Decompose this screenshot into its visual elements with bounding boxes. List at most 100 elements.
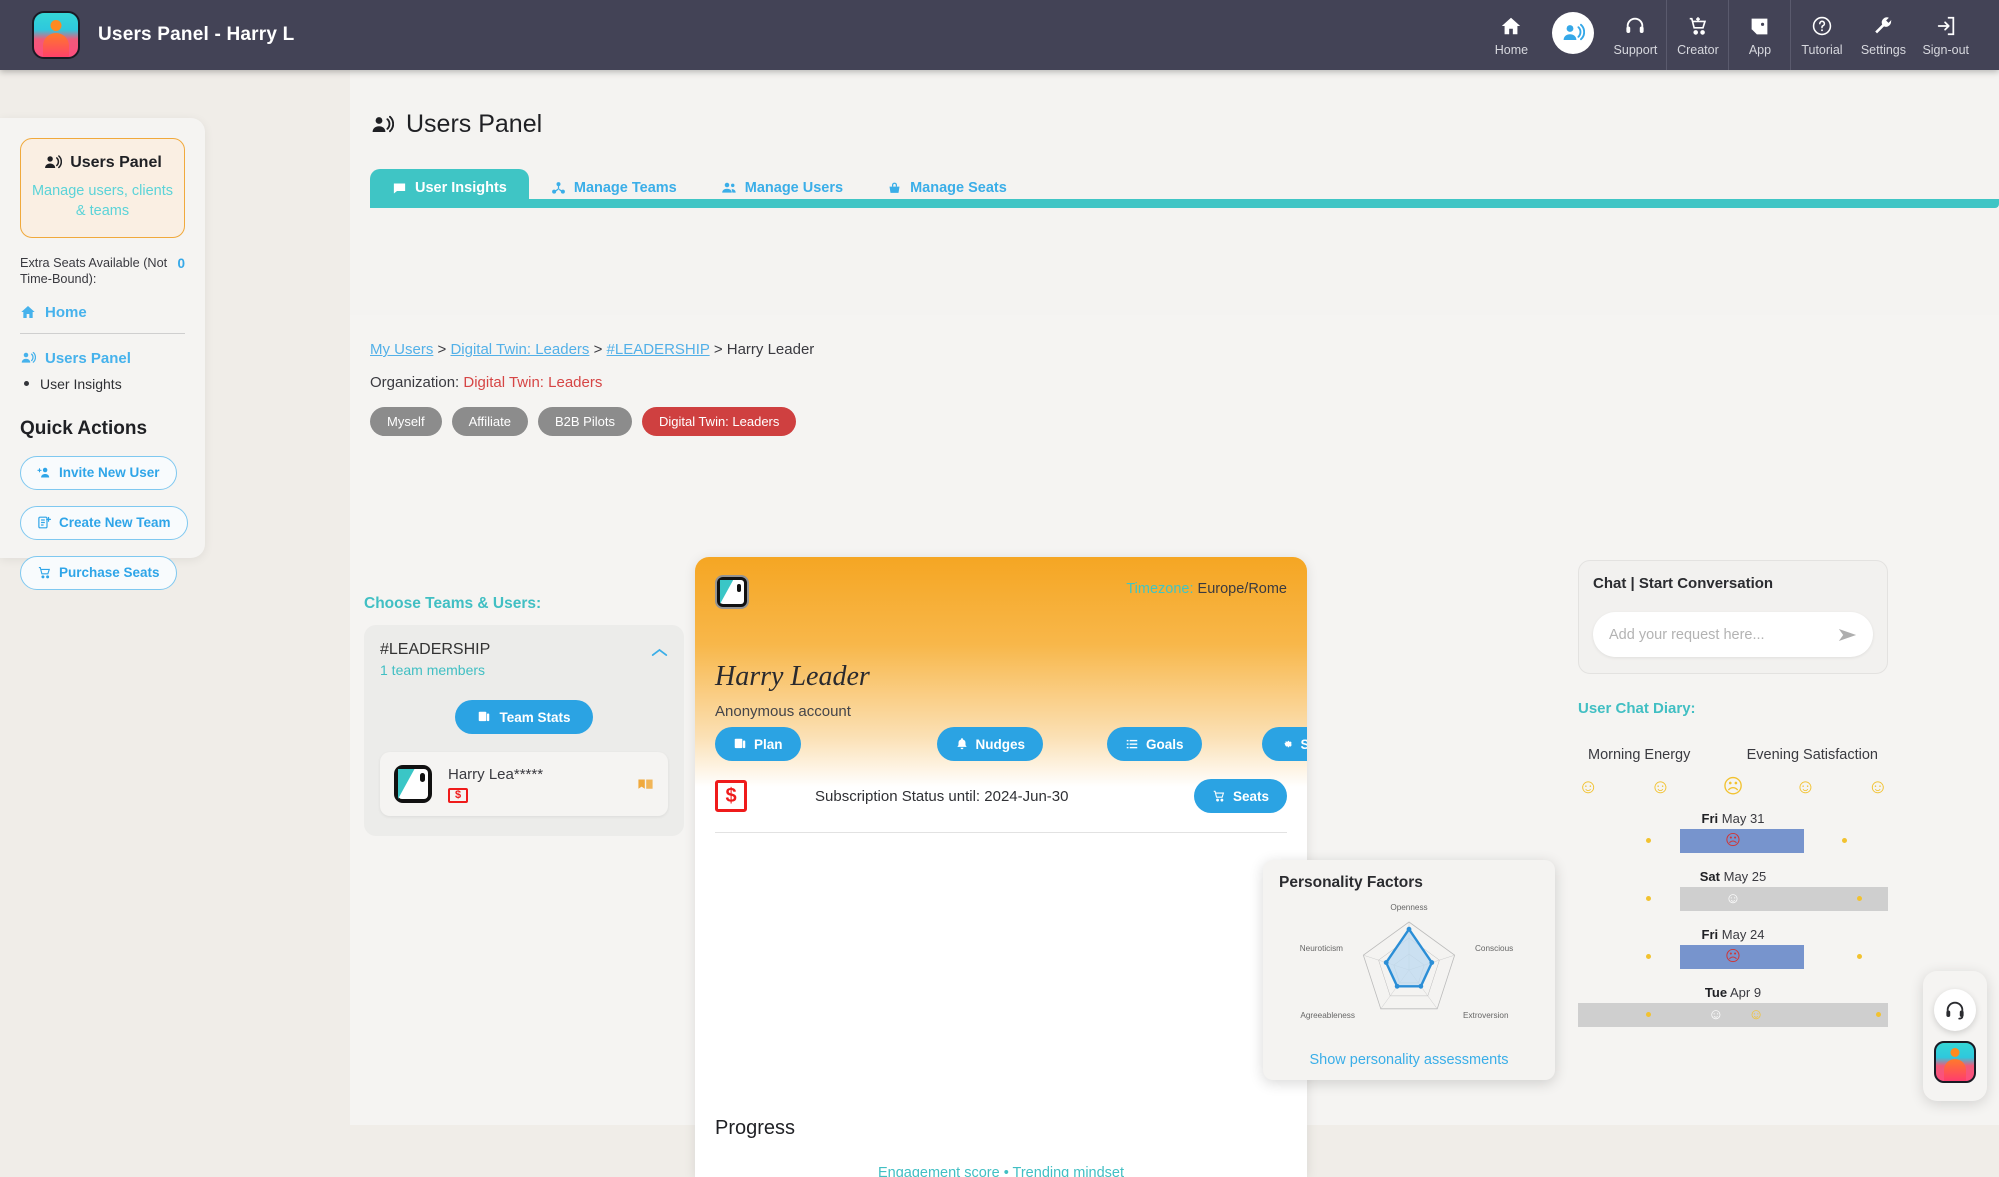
nav-settings[interactable]: Settings (1852, 0, 1914, 70)
tab-manage-users-label: Manage Users (745, 180, 843, 196)
breadcrumb-my-users[interactable]: My Users (370, 341, 433, 358)
diary-entry[interactable]: Fri May 24☹ (1578, 927, 1888, 971)
purchase-seats-button[interactable]: Purchase Seats (20, 556, 177, 590)
assistant-avatar-icon[interactable] (1934, 1041, 1976, 1083)
nav-sign-out[interactable]: Sign-out (1914, 0, 1977, 70)
subscription-dollar-badge: $ (715, 780, 747, 812)
organization-chips: Myself Affiliate B2B Pilots Digital Twin… (350, 391, 1999, 436)
diary-entry-weekday: Fri (1702, 811, 1719, 826)
content-sheet: My Users > Digital Twin: Leaders > #LEAD… (350, 315, 1999, 1125)
chip-digital-twin-leaders[interactable]: Digital Twin: Leaders (642, 407, 796, 436)
goals-button[interactable]: Goals (1107, 727, 1202, 761)
users-speaking-icon (43, 153, 62, 172)
diary-entry-mark (1857, 896, 1862, 901)
nav-home[interactable]: Home (1480, 0, 1542, 70)
users-icon (721, 180, 737, 196)
chip-affiliate[interactable]: Affiliate (452, 407, 528, 436)
sidebar-panel-title-text: Users Panel (70, 154, 162, 172)
sidebar-item-home[interactable]: Home (20, 304, 185, 321)
svg-text:Extroversion: Extroversion (1463, 1011, 1509, 1020)
radar-svg: OpennessConsciousExtroversionAgreeablene… (1279, 894, 1539, 1044)
sidebar-item-users-panel[interactable]: Users Panel (20, 350, 185, 367)
chip-b2b-pilots[interactable]: B2B Pilots (538, 407, 632, 436)
extra-seats-label: Extra Seats Available (Not Time-Bound): (20, 256, 177, 288)
chat-box: Chat | Start Conversation (1578, 560, 1888, 674)
support-fab-button[interactable] (1934, 989, 1976, 1031)
bookmark-icon[interactable] (637, 777, 654, 792)
organization-value: Digital Twin: Leaders (463, 374, 602, 391)
sidebar-panel-card[interactable]: Users Panel Manage users, clients & team… (20, 138, 185, 238)
seats-button[interactable]: Seats (1194, 779, 1287, 813)
nav-settings-label: Settings (1861, 43, 1906, 57)
teams-icon (551, 181, 566, 196)
extra-seats-row: Extra Seats Available (Not Time-Bound): … (20, 256, 185, 288)
teams-column: Choose Teams & Users: #LEADERSHIP 1 team… (364, 595, 684, 836)
user-detail-card: Timezone: Europe/Rome Harry Leader Anony… (695, 557, 1307, 1177)
tab-manage-teams-label: Manage Teams (574, 180, 677, 196)
diary-entry-date: Sat May 25 (1578, 869, 1888, 884)
stats-icon (477, 710, 491, 724)
tab-user-insights[interactable]: User Insights (370, 169, 529, 208)
timezone-label: Timezone: (1126, 581, 1193, 597)
nav-users-panel[interactable] (1542, 0, 1604, 70)
user-plus-icon (37, 465, 52, 480)
send-icon[interactable] (1838, 628, 1857, 642)
user-action-buttons: Plan Nudges Goals (695, 727, 1307, 761)
user-name: Harry Leader (715, 661, 870, 693)
progress-subtitle: Engagement score • Trending mindset (695, 1165, 1307, 1177)
scale-face-4-icon: ☺ (1795, 777, 1815, 797)
timezone-value: Europe/Rome (1198, 581, 1287, 597)
breadcrumb-leadership[interactable]: #LEADERSHIP (607, 341, 710, 358)
nav-app-label: App (1749, 43, 1771, 57)
tab-manage-users[interactable]: Manage Users (699, 169, 865, 208)
create-new-team-button[interactable]: Create New Team (20, 506, 188, 540)
cart-plus-icon (1687, 13, 1709, 39)
breadcrumb-digital-twin-leaders[interactable]: Digital Twin: Leaders (450, 341, 589, 358)
subscription-status-text: Subscription Status until: 2024-Jun-30 (815, 788, 1068, 805)
diary-entry-mark (1646, 896, 1651, 901)
subscription-row: $ Subscription Status until: 2024-Jun-30… (695, 779, 1307, 813)
team-member-name: Harry Lea***** (448, 766, 543, 783)
nav-app[interactable]: App (1728, 0, 1790, 70)
chevron-up-icon[interactable] (651, 647, 668, 658)
diary-entry-daymonth: May 24 (1722, 927, 1765, 942)
diary-entry[interactable]: Tue Apr 9☺☺ (1578, 985, 1888, 1029)
tab-manage-seats-label: Manage Seats (910, 180, 1007, 196)
users-speaking-icon (1552, 12, 1594, 54)
cart-icon (37, 565, 52, 580)
diary-entry-mark (1646, 838, 1651, 843)
team-card: #LEADERSHIP 1 team members Team Stats (364, 625, 684, 836)
progress-title: Progress (715, 1117, 795, 1140)
plan-button[interactable]: Plan (715, 727, 801, 761)
nav-creator[interactable]: Creator (1666, 0, 1728, 70)
user-settings-button[interactable]: Settings (1262, 727, 1307, 761)
nav-support-label: Support (1614, 43, 1658, 57)
show-personality-assessments-link[interactable]: Show personality assessments (1263, 1052, 1555, 1068)
nudges-button[interactable]: Nudges (937, 727, 1044, 761)
avatar (394, 765, 432, 803)
purchase-seats-label: Purchase Seats (59, 565, 160, 580)
brand: Users Panel - Harry L (0, 11, 294, 59)
organization-label: Organization: (370, 374, 459, 391)
timezone: Timezone: Europe/Rome (1126, 581, 1287, 597)
tab-manage-teams[interactable]: Manage Teams (529, 169, 699, 208)
seat-icon (887, 181, 902, 196)
diary-face-frown-icon: ☹ (1725, 831, 1741, 851)
svg-text:Conscious: Conscious (1475, 944, 1513, 953)
tab-manage-seats[interactable]: Manage Seats (865, 169, 1029, 208)
diary-entry-mark (1842, 838, 1847, 843)
diary-entry[interactable]: Sat May 25☺ (1578, 869, 1888, 913)
home-icon (1500, 13, 1522, 39)
invite-new-user-button[interactable]: Invite New User (20, 456, 177, 490)
sidebar-item-user-insights[interactable]: User Insights (20, 376, 185, 392)
diary-entry[interactable]: Fri May 31☹ (1578, 811, 1888, 855)
chip-myself[interactable]: Myself (370, 407, 442, 436)
users-speaking-icon (370, 113, 394, 137)
chat-input[interactable] (1609, 627, 1838, 643)
team-stats-button[interactable]: Team Stats (455, 700, 593, 734)
diary-entry-mark (1876, 1012, 1881, 1017)
nav-support[interactable]: Support (1604, 0, 1666, 70)
team-member-row[interactable]: Harry Lea***** $ (380, 752, 668, 816)
nav-tutorial[interactable]: Tutorial (1790, 0, 1852, 70)
nav-creator-label: Creator (1677, 43, 1719, 57)
